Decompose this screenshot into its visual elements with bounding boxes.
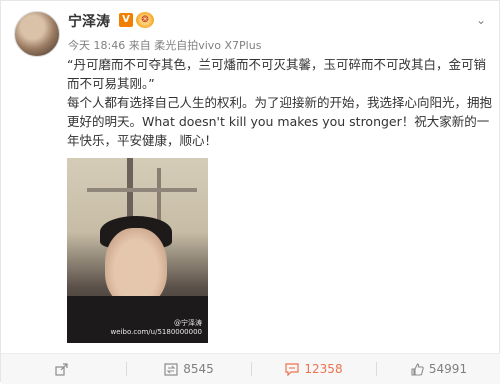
post-meta: 今天 18:46 来自 柔光自拍vivo X7Plus: [68, 37, 261, 53]
action-bar: 8545 12358 54991: [1, 353, 500, 384]
comment-icon: [285, 363, 300, 376]
post-photo[interactable]: @宁泽涛 weibo.com/u/5180000000: [67, 158, 208, 343]
source-prefix: 来自: [128, 39, 151, 52]
weibo-post-card: 宁泽涛 V ❂ ⌄ 今天 18:46 来自 柔光自拍vivo X7Plus “丹…: [0, 0, 500, 384]
post-paragraph-1: “丹可磨而不可夺其色，兰可燔而不可灭其馨，玉可碎而不可改其白，金可销而不可易其刚…: [67, 57, 486, 91]
level-badge-icon[interactable]: ❂: [136, 12, 154, 28]
post-source[interactable]: 柔光自拍vivo X7Plus: [154, 39, 261, 52]
repost-count: 8545: [183, 362, 214, 376]
post-paragraph-2: 每个人都有选择自己人生的权利。为了迎接新的开始，我选择心向阳光，拥抱更好的明天。…: [67, 95, 493, 148]
face: [105, 228, 167, 306]
repost-button[interactable]: 8545: [127, 354, 251, 384]
post-text: “丹可磨而不可夺其色，兰可燔而不可灭其馨，玉可碎而不可改其白，金可销而不可易其刚…: [67, 55, 493, 150]
like-icon: [411, 363, 424, 376]
avatar[interactable]: [14, 11, 60, 57]
share-icon: [54, 363, 68, 376]
chevron-down-icon[interactable]: ⌄: [476, 13, 486, 27]
post-time[interactable]: 今天 18:46: [68, 39, 125, 52]
like-count: 54991: [428, 362, 468, 376]
author-name[interactable]: 宁泽涛: [68, 11, 110, 31]
watermark-line-1: @宁泽涛: [174, 319, 202, 327]
comment-button[interactable]: 12358: [252, 354, 376, 384]
vip-badge-icon[interactable]: V: [119, 13, 133, 27]
like-button[interactable]: 54991: [377, 354, 500, 384]
watermark-line-2: weibo.com/u/5180000000: [110, 328, 202, 336]
image-watermark: @宁泽涛 weibo.com/u/5180000000: [111, 319, 202, 337]
share-button[interactable]: [1, 354, 126, 384]
gym-equipment: [87, 188, 197, 192]
repost-icon: [164, 363, 178, 376]
comment-count: 12358: [304, 362, 343, 376]
